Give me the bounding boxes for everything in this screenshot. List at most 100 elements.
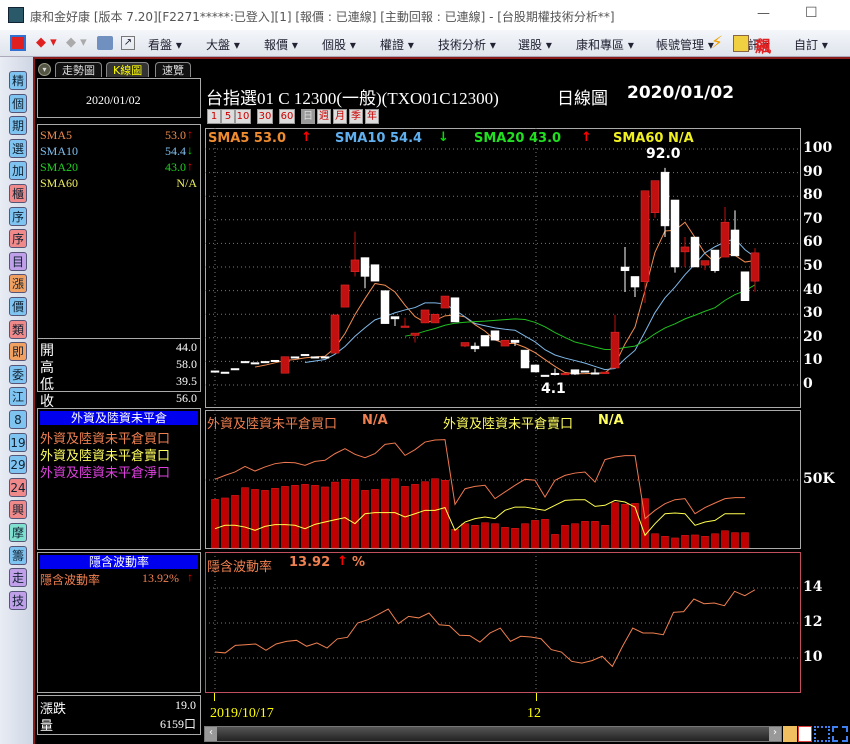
quick-button[interactable]: 漲 bbox=[9, 274, 27, 294]
quick-button[interactable]: 價 bbox=[9, 297, 27, 316]
period-button[interactable]: 日 bbox=[301, 109, 315, 124]
quick-button[interactable]: 籌 bbox=[9, 545, 27, 565]
quick-button[interactable]: 精 bbox=[9, 71, 27, 90]
quick-button[interactable]: 即 bbox=[9, 342, 27, 362]
horizontal-scrollbar[interactable]: ‹ › bbox=[204, 726, 782, 742]
menu-item[interactable]: 選股 ▾ bbox=[518, 36, 552, 53]
candle-body bbox=[700, 260, 710, 266]
minimize-button[interactable]: — bbox=[757, 6, 770, 21]
tab-overview[interactable]: 速覽 bbox=[155, 62, 191, 77]
lightning-icon[interactable]: ⚡ bbox=[711, 33, 723, 53]
quick-button[interactable]: 櫃 bbox=[9, 184, 27, 203]
candlestick-chart[interactable] bbox=[205, 128, 801, 408]
quick-button[interactable]: 8 bbox=[9, 410, 27, 429]
candle-body bbox=[320, 356, 330, 359]
quick-button[interactable]: 24 bbox=[9, 477, 27, 497]
quick-button[interactable]: 29 bbox=[9, 455, 27, 475]
oi-bar bbox=[561, 525, 569, 549]
candle bbox=[250, 362, 260, 365]
period-button[interactable]: 月 bbox=[333, 109, 347, 124]
period-button[interactable]: 年 bbox=[365, 109, 379, 124]
quick-button[interactable]: 目 bbox=[9, 251, 27, 271]
quick-button[interactable]: 19 bbox=[9, 432, 27, 452]
menu-item[interactable]: 大盤 ▾ bbox=[206, 36, 240, 53]
period-button[interactable]: 5 bbox=[221, 109, 235, 124]
oi-bar bbox=[491, 523, 499, 549]
tab-menu-icon[interactable]: ▾ bbox=[38, 63, 51, 76]
forward-icon[interactable]: ◆ ▾ bbox=[66, 35, 87, 50]
back-icon[interactable]: ◆ ▾ bbox=[36, 35, 57, 50]
print-icon[interactable] bbox=[97, 36, 113, 50]
hot-icon[interactable]: 飆 bbox=[755, 33, 771, 57]
oi-bar bbox=[711, 533, 719, 549]
menu-item[interactable]: 技術分析 ▾ bbox=[438, 36, 496, 53]
oi-bar bbox=[231, 495, 239, 549]
menu-item[interactable]: 權證 ▾ bbox=[380, 36, 414, 53]
chart-switch-icon[interactable] bbox=[783, 726, 797, 742]
menu-item[interactable]: 個股 ▾ bbox=[322, 36, 356, 53]
quick-button[interactable]: 序 bbox=[9, 206, 27, 226]
toolbar: ◆ ▾ ◆ ▾ ↗ 看盤 ▾ 大盤 ▾ 報價 ▾ 個股 ▾ 權證 ▾ 技術分析 ▾ 選股 ▾… bbox=[0, 30, 850, 57]
scroll-right-button[interactable]: › bbox=[769, 727, 781, 741]
scroll-left-button[interactable]: ‹ bbox=[205, 727, 217, 741]
tab-intraday[interactable]: 走勢圖 bbox=[55, 62, 102, 77]
side-quick-bar: 精個期選加櫃序序目漲價類即委江 8 19 29 24 興摩籌走技 bbox=[0, 57, 33, 744]
y-tick-label: 100 bbox=[803, 140, 833, 156]
notes-icon[interactable] bbox=[733, 35, 749, 52]
oi-bar bbox=[531, 520, 539, 549]
menu-item[interactable]: 康和專區 ▾ bbox=[576, 36, 634, 53]
menu-item[interactable]: 自訂 ▾ bbox=[794, 36, 828, 53]
oi-bar bbox=[701, 536, 709, 549]
quick-button[interactable]: 江 bbox=[9, 387, 27, 407]
period-button[interactable]: 60 bbox=[279, 109, 295, 124]
clock-icon[interactable] bbox=[798, 726, 812, 742]
chart-date: 2020/01/02 bbox=[627, 83, 735, 103]
y-tick-label: 12 bbox=[803, 614, 823, 630]
quick-button[interactable]: 序 bbox=[9, 229, 27, 249]
home-icon[interactable] bbox=[10, 35, 26, 51]
arrow-up-icon: ↑ bbox=[337, 554, 348, 569]
period-button[interactable]: 10 bbox=[235, 109, 251, 124]
menu-item[interactable]: 帳號管理 ▾ bbox=[656, 36, 714, 53]
y-tick-label: 14 bbox=[803, 579, 823, 595]
quick-button[interactable]: 走 bbox=[9, 568, 27, 588]
maximize-button[interactable]: ☐ bbox=[805, 5, 818, 21]
quick-button[interactable]: 類 bbox=[9, 319, 27, 339]
candle-body bbox=[330, 314, 340, 354]
candle bbox=[610, 314, 620, 369]
candle-body bbox=[460, 342, 470, 347]
quick-button[interactable]: 加 bbox=[9, 161, 27, 181]
popout-icon[interactable]: ↗ bbox=[121, 36, 135, 50]
candle bbox=[570, 369, 580, 375]
quick-button[interactable]: 技 bbox=[9, 590, 27, 610]
tab-kline[interactable]: K線圖 bbox=[106, 62, 150, 77]
x-tick bbox=[536, 693, 537, 701]
period-button[interactable]: 季 bbox=[349, 109, 363, 124]
zoom-fit-icon[interactable] bbox=[814, 726, 830, 742]
menu-item[interactable]: 看盤 ▾ bbox=[148, 36, 182, 53]
candle-body bbox=[660, 171, 670, 227]
arrow-up-icon: ↑ bbox=[301, 130, 312, 145]
app-logo-icon bbox=[8, 7, 24, 23]
fullscreen-icon[interactable] bbox=[832, 726, 848, 742]
quick-button[interactable]: 興 bbox=[9, 500, 27, 520]
iv-legend-label: 隱含波動率 bbox=[207, 559, 273, 574]
candle bbox=[560, 372, 570, 376]
oi-legend-label: 外資及陸資未平倉賣口 bbox=[443, 416, 574, 431]
quick-button[interactable]: 委 bbox=[9, 364, 27, 384]
period-button[interactable]: 30 bbox=[257, 109, 273, 124]
candle bbox=[490, 330, 500, 341]
quick-button[interactable]: 個 bbox=[9, 93, 27, 113]
candle-body bbox=[640, 190, 650, 282]
iv-chart[interactable] bbox=[205, 552, 801, 693]
menu-item[interactable]: 報價 ▾ bbox=[264, 36, 298, 53]
quick-button[interactable]: 期 bbox=[9, 116, 27, 136]
period-button[interactable]: 週 bbox=[317, 109, 331, 124]
period-button[interactable]: 1 bbox=[207, 109, 221, 124]
quick-button[interactable]: 選 bbox=[9, 138, 27, 158]
candle-body bbox=[630, 276, 640, 288]
candle bbox=[240, 361, 250, 364]
quick-button[interactable]: 摩 bbox=[9, 523, 27, 542]
x-label-start: 2019/10/17 bbox=[210, 706, 274, 721]
candle bbox=[400, 317, 410, 328]
